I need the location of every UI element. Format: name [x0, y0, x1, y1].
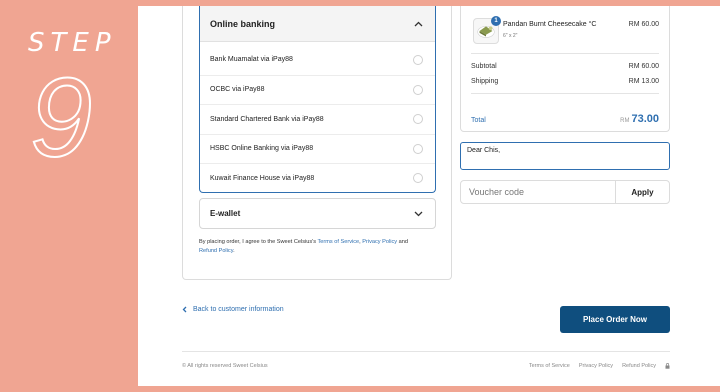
refund-policy-link[interactable]: Refund Policy [199, 248, 233, 254]
divider [471, 53, 659, 54]
footer-refund-link[interactable]: Refund Policy [622, 363, 656, 369]
chevron-left-icon [182, 306, 187, 313]
terms-text: By placing order, I agree to the Sweet C… [199, 239, 318, 245]
lock-icon [665, 363, 670, 369]
chevron-down-icon [414, 211, 423, 216]
footer-divider [182, 351, 670, 352]
footer-privacy-link[interactable]: Privacy Policy [579, 363, 613, 369]
checkout-page: Online banking Bank Muamalat via iPay88 … [138, 6, 720, 386]
payment-section: Online banking Bank Muamalat via iPay88 … [182, 6, 452, 280]
total-row: Total RM 73.00 [471, 109, 659, 127]
product-name: Pandan Burnt Cheesecake °C [503, 21, 597, 28]
radio-button[interactable] [413, 84, 423, 95]
terms-of-service-link[interactable]: Terms of Service [318, 239, 360, 245]
step-number-text: 9 [30, 60, 92, 170]
subtotal-value: RM 60.00 [628, 63, 659, 70]
bank-option-label: Bank Muamalat via iPay88 [210, 56, 293, 64]
bank-option-kuwait-finance-house[interactable]: Kuwait Finance House via iPay88 [200, 163, 435, 192]
shipping-value: RM 13.00 [628, 78, 659, 85]
total-value: 73.00 [631, 113, 659, 125]
voucher-form: Voucher code Apply [460, 180, 670, 204]
online-banking-label: Online banking [210, 18, 276, 29]
shipping-row: Shipping RM 13.00 [471, 78, 659, 85]
bank-option-ocbc[interactable]: OCBC via iPay88 [200, 74, 435, 105]
subtotal-row: Subtotal RM 60.00 [471, 63, 659, 70]
step-label: STEP [28, 28, 117, 58]
total-label: Total [471, 117, 486, 124]
terms-text: . [233, 248, 235, 254]
quantity-badge: 1 [491, 16, 501, 26]
subtotal-label: Subtotal [471, 63, 497, 70]
copyright-text: © All rights reserved Sweet Celsius [182, 363, 268, 369]
bank-option-standard-chartered[interactable]: Standard Chartered Bank via iPay88 [200, 104, 435, 134]
radio-button[interactable] [413, 143, 423, 154]
bank-option-label: HSBC Online Banking via iPay88 [210, 145, 314, 153]
radio-button[interactable] [413, 54, 423, 65]
privacy-policy-link[interactable]: Privacy Policy [362, 239, 397, 245]
product-price: RM 60.00 [628, 21, 659, 28]
chevron-up-icon [414, 21, 423, 26]
divider [471, 93, 659, 94]
apply-voucher-button[interactable]: Apply [615, 181, 669, 203]
bank-option-hsbc[interactable]: HSBC Online Banking via iPay88 [200, 133, 435, 164]
shipping-label: Shipping [471, 78, 499, 85]
terms-text: and [397, 239, 408, 245]
footer-terms-link[interactable]: Terms of Service [529, 363, 570, 369]
terms-notice: By placing order, I agree to the Sweet C… [199, 238, 449, 256]
place-order-button[interactable]: Place Order Now [560, 306, 670, 333]
bank-option-muamalat[interactable]: Bank Muamalat via iPay88 [200, 45, 435, 75]
ewallet-option[interactable]: E-wallet [199, 198, 436, 229]
radio-button[interactable] [413, 114, 423, 125]
total-amount: RM 73.00 [620, 109, 659, 127]
order-summary: 1 Pandan Burnt Cheesecake °C 6" x 2" RM … [460, 6, 670, 132]
online-banking-panel: Online banking Bank Muamalat via iPay88 … [199, 6, 436, 193]
ewallet-label: E-wallet [210, 209, 241, 218]
back-link-label: Back to customer information [193, 306, 284, 313]
bank-option-label: Standard Chartered Bank via iPay88 [210, 115, 324, 123]
bank-option-label: Kuwait Finance House via iPay88 [210, 174, 315, 182]
step-number-nine: 9 [29, 60, 93, 170]
footer-links: Terms of Service Privacy Policy Refund P… [529, 363, 670, 369]
radio-button[interactable] [413, 173, 423, 184]
total-currency: RM [620, 118, 630, 124]
back-to-customer-information-link[interactable]: Back to customer information [182, 306, 284, 313]
order-note-field[interactable]: Dear Chis, [460, 142, 670, 170]
voucher-code-input[interactable]: Voucher code [461, 181, 615, 203]
bank-list: Bank Muamalat via iPay88 OCBC via iPay88… [200, 42, 435, 192]
online-banking-header[interactable]: Online banking [200, 6, 435, 42]
bank-option-label: OCBC via iPay88 [210, 86, 265, 94]
product-variant: 6" x 2" [503, 33, 518, 39]
